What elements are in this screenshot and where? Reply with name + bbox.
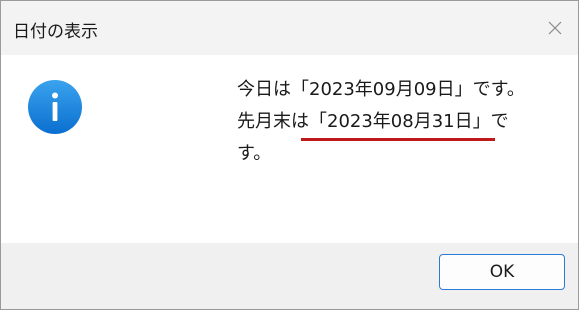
highlighted-date: 「2023年08月31日」 bbox=[301, 106, 495, 141]
message-text: 今日は「2023年09月09日」です。 先月末は「2023年08月31日」で す… bbox=[237, 74, 557, 170]
ok-button[interactable]: OK bbox=[439, 254, 565, 290]
close-button[interactable] bbox=[540, 13, 570, 43]
message-line-today: 今日は「2023年09月09日」です。 bbox=[237, 79, 525, 100]
message-line-wrap: す。 bbox=[237, 143, 272, 164]
message-line-last-month: 先月末は「2023年08月31日」で bbox=[237, 106, 557, 141]
title-bar: 日付の表示 bbox=[1, 1, 578, 55]
dialog-title: 日付の表示 bbox=[13, 22, 98, 42]
dialog-content: 今日は「2023年09月09日」です。 先月末は「2023年08月31日」で す… bbox=[1, 55, 578, 243]
message-suffix: で bbox=[490, 111, 509, 132]
message-dialog: 日付の表示 今日は「2023年09月09日」です。 先月末は「2023年08月3… bbox=[0, 0, 579, 310]
message-prefix: 先月末は bbox=[237, 111, 309, 132]
button-bar: OK bbox=[1, 243, 578, 309]
information-icon bbox=[28, 80, 82, 134]
close-icon bbox=[548, 21, 562, 35]
